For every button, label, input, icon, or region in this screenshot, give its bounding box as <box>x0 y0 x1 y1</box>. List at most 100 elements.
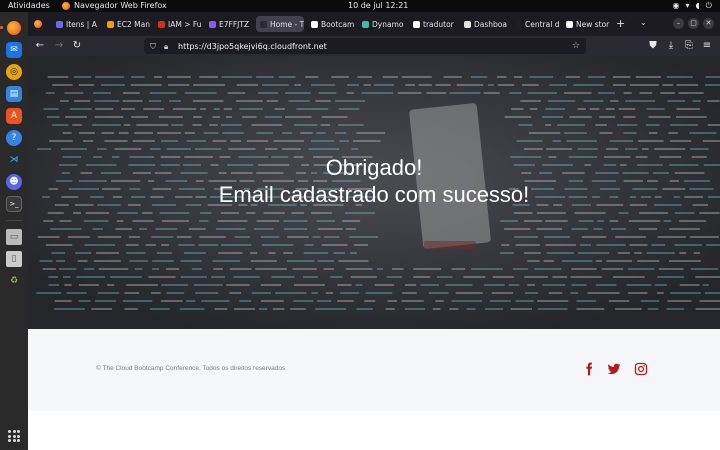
trash-icon: ♻ <box>9 276 19 286</box>
forward-button[interactable]: → <box>52 39 66 53</box>
firefox-window: Itens | A EC2 Man IAM > Fu E7FFJTZ Home - Th… <box>28 12 720 450</box>
back-button[interactable]: ← <box>33 39 47 53</box>
tab-favicon <box>311 20 318 28</box>
copyright-text: © The Cloud Bootcamp Conference. Todos o… <box>96 365 287 372</box>
tab-1[interactable]: EC2 Man <box>103 16 153 32</box>
tab-7[interactable]: tradutor <box>409 16 459 32</box>
facebook-icon[interactable] <box>581 361 597 377</box>
tab-label: New stor <box>576 19 610 29</box>
tab-4[interactable]: Home - Th✕ <box>256 16 304 32</box>
address-bar[interactable]: ⛉ 🔒︎ https://d3jpo5qkejvi6q.cloudfront.n… <box>144 38 586 54</box>
list-tabs-button[interactable]: ⌄ <box>640 18 647 27</box>
reload-button[interactable]: ↻ <box>70 39 84 53</box>
instagram-icon[interactable] <box>633 361 649 377</box>
dock: ✉ ◎ ▤ A ? ⋊ ☻ >_ ▭ ▯ ♻ <box>0 12 28 450</box>
clock[interactable]: 10 de jul 12:21 <box>348 0 408 12</box>
tab-label: EC2 Man <box>117 19 150 29</box>
dock-firefox[interactable] <box>0 20 22 36</box>
tab-label: Dashboa <box>474 19 507 29</box>
tab-8[interactable]: Dashboa <box>460 16 510 32</box>
dock-trash[interactable]: ♻ <box>6 273 22 289</box>
show-apps-icon[interactable] <box>8 430 20 442</box>
menu-icon[interactable]: ≡ <box>700 39 714 53</box>
terminal-icon: >_ <box>9 200 19 208</box>
tab-favicon <box>107 20 114 28</box>
maximize-button[interactable]: ▢ <box>688 18 699 29</box>
tab-label: IAM > Fu <box>168 19 202 29</box>
tab-2[interactable]: IAM > Fu <box>154 16 204 32</box>
dock-help[interactable]: ? <box>6 130 22 146</box>
tab-label: Bootcam <box>321 19 355 29</box>
headline-success: Email cadastrado com sucesso! <box>218 182 530 207</box>
tab-strip: Itens | A EC2 Man IAM > Fu E7FFJTZ Home - Th… <box>28 12 720 36</box>
url-text[interactable]: https://d3jpo5qkejvi6q.cloudfront.net <box>178 42 327 51</box>
dock-thunderbird[interactable]: ✉ <box>6 42 22 58</box>
tab-5[interactable]: Bootcam <box>307 16 357 32</box>
tab-label: tradutor <box>423 19 454 29</box>
close-window-button[interactable]: ✕ <box>703 18 714 29</box>
tab-label: Dynamo <box>372 19 404 29</box>
vscode-icon: ⋊ <box>9 155 19 165</box>
system-top-bar: Atividades Navegador Web Firefox 10 de j… <box>0 0 720 12</box>
tab-label: Central d <box>525 19 560 29</box>
twitter-icon[interactable] <box>606 361 622 377</box>
headline-thanks: Obrigado! <box>325 155 423 180</box>
footer: © The Cloud Bootcamp Conference. Todos o… <box>28 329 720 411</box>
tab-favicon <box>56 20 63 28</box>
lock-icon[interactable]: 🔒︎ <box>164 42 172 51</box>
mail-icon: ✉ <box>10 45 18 55</box>
tab-favicon <box>209 20 216 28</box>
tab-favicon <box>566 20 573 28</box>
dock-terminal[interactable]: >_ <box>6 196 22 212</box>
shield-icon[interactable]: ⛉ <box>150 42 158 51</box>
tab-label: Itens | A <box>66 19 97 29</box>
tab-0[interactable]: Itens | A <box>52 16 102 32</box>
tab-label: E7FFJTZ <box>219 19 250 29</box>
firefox-view-icon[interactable] <box>34 20 42 28</box>
tab-label: Home - Th <box>270 19 304 29</box>
tab-10[interactable]: New stor <box>562 16 612 32</box>
tab-favicon <box>464 20 471 28</box>
dock-vscode[interactable]: ⋊ <box>6 152 22 168</box>
dock-discord[interactable]: ☻ <box>6 174 22 190</box>
downloads-icon[interactable]: ⤓ <box>664 39 678 53</box>
discord-tray-icon[interactable]: ◉ <box>672 0 679 12</box>
volume-icon[interactable]: ◖ <box>695 0 699 12</box>
confirmation-message: Obrigado! Email cadastrado com sucesso! <box>28 154 720 208</box>
firefox-icon <box>62 2 70 10</box>
tab-favicon <box>413 20 420 28</box>
music-icon: ◎ <box>10 67 18 77</box>
power-icon[interactable]: ⏻ <box>706 0 712 12</box>
dock-drive-1[interactable]: ▭ <box>6 229 22 245</box>
dock-drive-2[interactable]: ▯ <box>6 251 22 267</box>
navigation-toolbar: ← → ↻ ⛉ 🔒︎ https://d3jpo5qkejvi6q.cloudf… <box>28 36 720 56</box>
tab-3[interactable]: E7FFJTZ <box>205 16 255 32</box>
app-menu[interactable]: Navegador Web Firefox <box>62 0 167 12</box>
system-tray[interactable]: ◉ ▾ ◖ ⏻ <box>672 0 712 12</box>
firefox-icon <box>7 21 21 35</box>
dock-separator <box>6 220 22 221</box>
app-name: Navegador Web Firefox <box>74 1 167 10</box>
tab-6[interactable]: Dynamo <box>358 16 408 32</box>
tab-favicon <box>362 20 369 28</box>
minimize-button[interactable]: – <box>673 18 684 29</box>
discord-icon: ☻ <box>9 177 19 187</box>
pocket-icon[interactable]: ⛊ <box>646 39 660 53</box>
drive-icon: ▯ <box>11 254 17 264</box>
dock-software[interactable]: A <box>6 108 22 124</box>
software-icon: A <box>10 111 18 121</box>
document-icon: ▤ <box>9 89 19 99</box>
tab-9[interactable]: Central d <box>511 16 561 32</box>
help-icon: ? <box>11 133 17 143</box>
bookmark-star-icon[interactable]: ☆ <box>572 41 580 51</box>
tab-favicon <box>515 20 522 28</box>
extensions-icon[interactable]: ⎘ <box>682 39 696 53</box>
network-icon[interactable]: ▾ <box>685 0 689 12</box>
activities-button[interactable]: Atividades <box>8 0 50 12</box>
dock-rhythmbox[interactable]: ◎ <box>6 64 22 80</box>
page-viewport: Obrigado! Email cadastrado com sucesso! … <box>28 56 720 450</box>
dock-writer[interactable]: ▤ <box>6 86 22 102</box>
drive-icon: ▭ <box>9 232 19 242</box>
new-tab-button[interactable]: + <box>616 18 625 29</box>
tab-favicon <box>260 20 267 28</box>
